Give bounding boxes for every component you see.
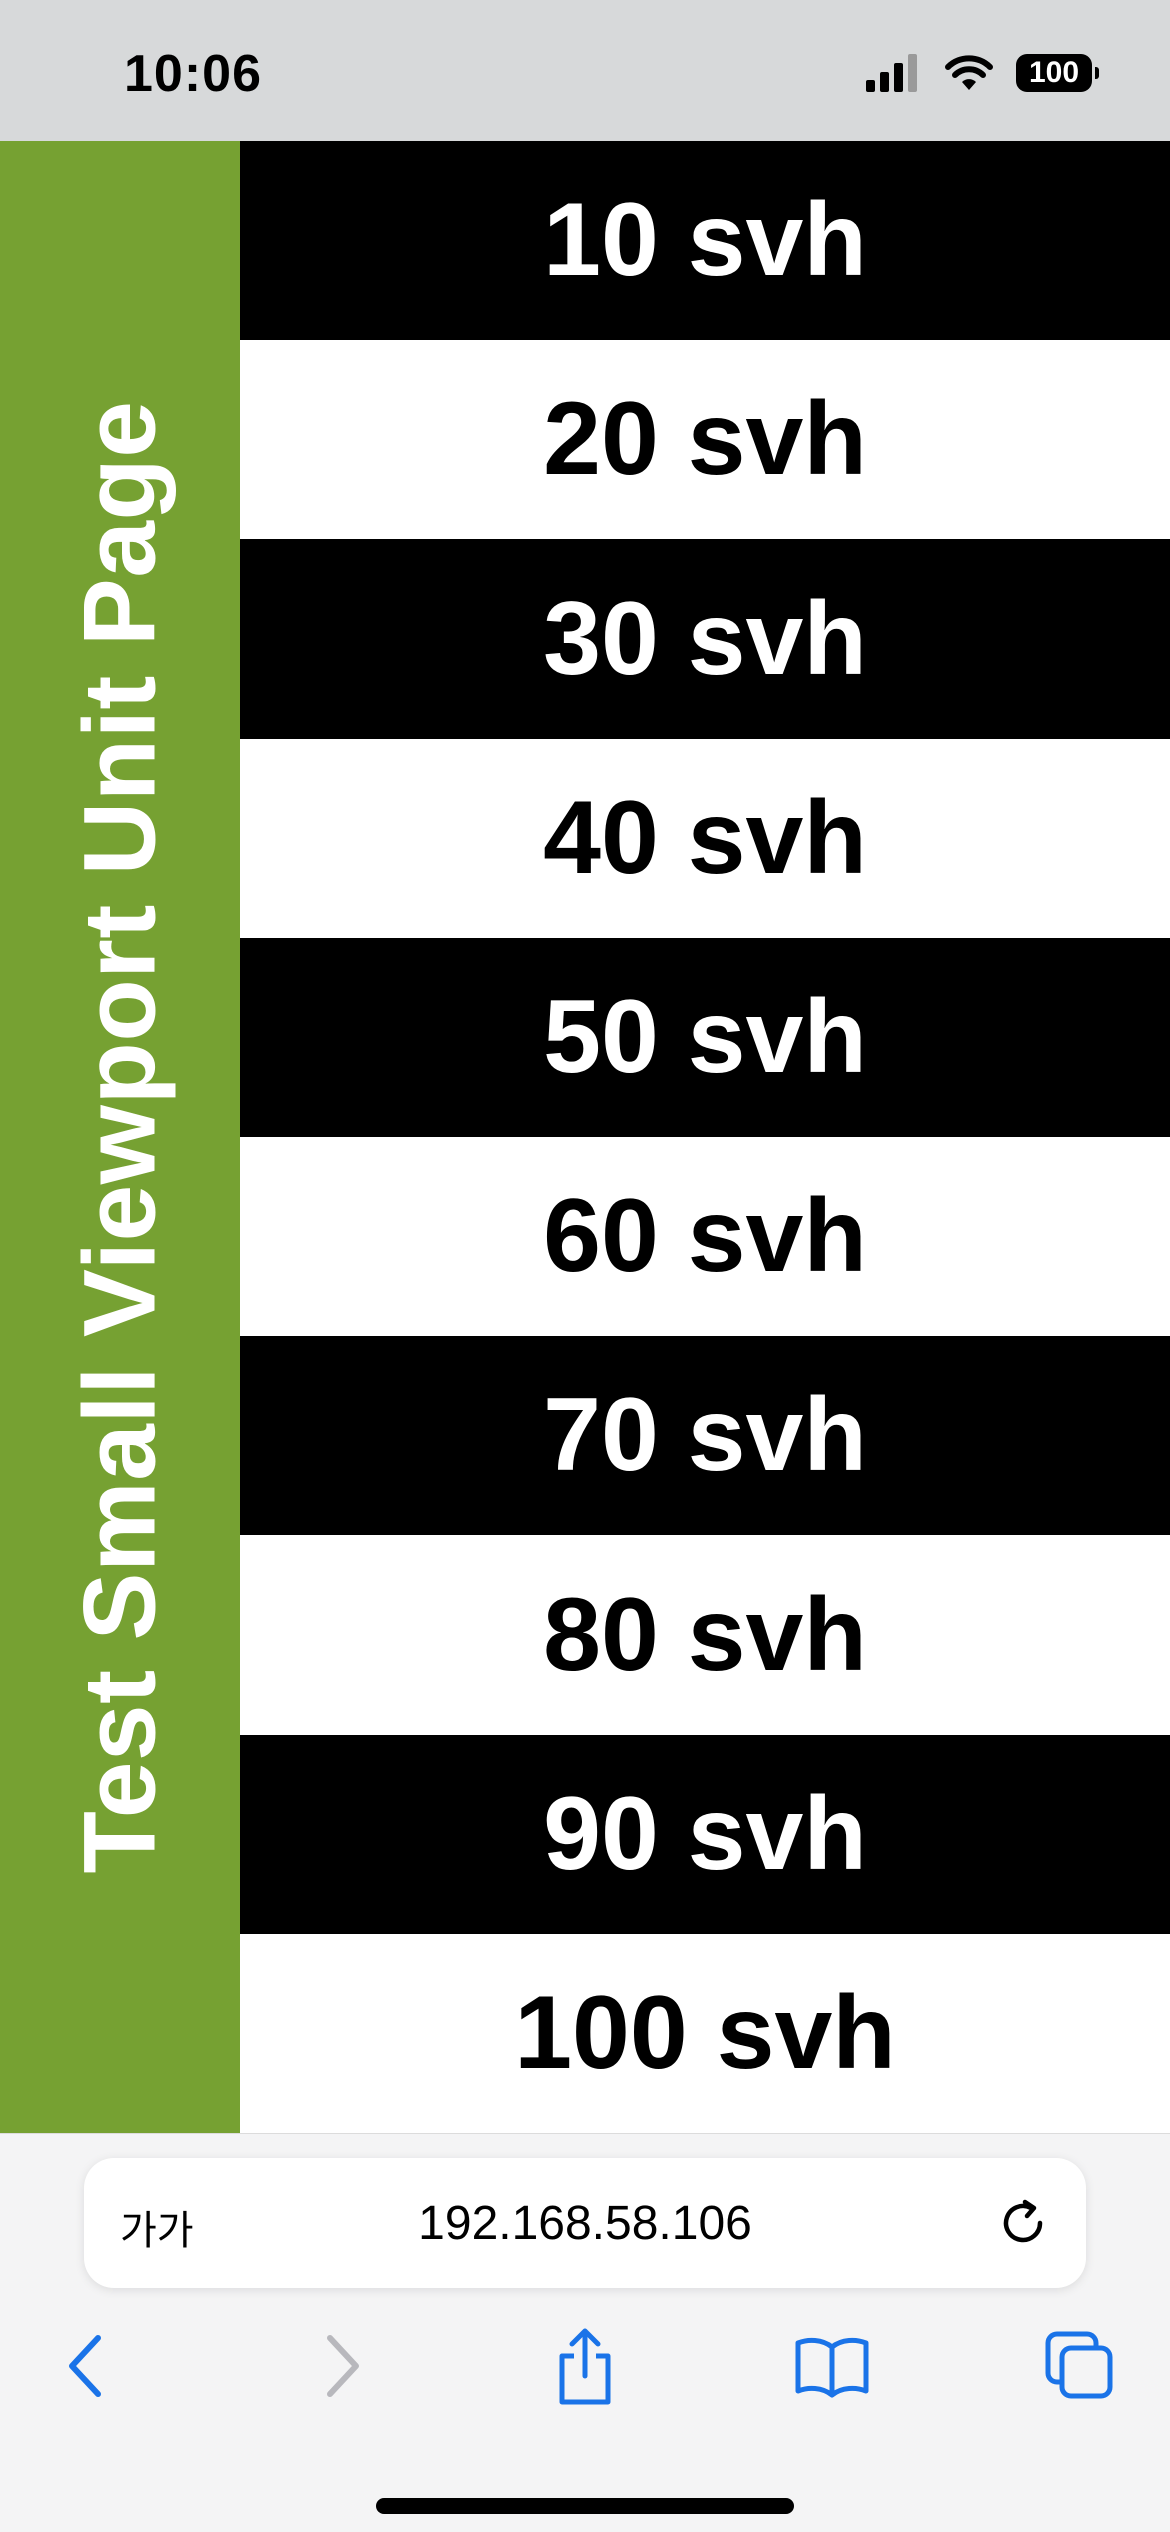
forward-button[interactable] — [298, 2324, 382, 2408]
svh-band: 30 svh — [240, 539, 1170, 739]
browser-bottom-bar: 가가 192.168.58.106 — [0, 2133, 1170, 2532]
bookmarks-button[interactable] — [790, 2324, 874, 2408]
share-icon — [559, 2328, 611, 2405]
home-indicator[interactable] — [376, 2498, 794, 2514]
svh-band: 80 svh — [240, 1535, 1170, 1735]
safari-screen: 10:06 100 Test Small Viewport Unit Page — [0, 0, 1170, 2532]
cellular-signal-icon — [866, 54, 917, 92]
svh-bands: 10 svh 20 svh 30 svh 40 svh 50 svh 60 sv… — [240, 141, 1170, 2134]
side-banner: Test Small Viewport Unit Page — [0, 141, 240, 2133]
reload-icon[interactable] — [996, 2196, 1050, 2250]
battery-icon: 100 — [1016, 54, 1099, 92]
svh-band: 70 svh — [240, 1336, 1170, 1536]
page-title: Test Small Viewport Unit Page — [62, 400, 177, 1874]
status-bar: 10:06 100 — [0, 0, 1170, 141]
back-button[interactable] — [46, 2324, 130, 2408]
back-icon — [69, 2335, 101, 2397]
status-icons: 100 — [866, 54, 1099, 92]
svh-band: 20 svh — [240, 340, 1170, 540]
share-button[interactable] — [543, 2324, 627, 2408]
svh-band: 10 svh — [240, 141, 1170, 341]
bookmarks-icon — [795, 2337, 869, 2398]
wifi-icon — [945, 55, 993, 90]
status-time: 10:06 — [124, 45, 262, 103]
svh-band: 50 svh — [240, 937, 1170, 1138]
url-text[interactable]: 192.168.58.106 — [84, 2196, 1086, 2251]
svh-band: 100 svh — [240, 1933, 1170, 2134]
battery-level: 100 — [1028, 56, 1080, 89]
page-content: Test Small Viewport Unit Page 10 svh 20 … — [0, 141, 1170, 2134]
tabs-icon — [1045, 2331, 1113, 2399]
forward-icon — [327, 2335, 359, 2397]
svh-band: 40 svh — [240, 738, 1170, 938]
tabs-button[interactable] — [1038, 2324, 1122, 2408]
address-bar[interactable]: 가가 192.168.58.106 — [84, 2158, 1086, 2288]
svh-band: 90 svh — [240, 1734, 1170, 1934]
svh-band: 60 svh — [240, 1137, 1170, 1337]
